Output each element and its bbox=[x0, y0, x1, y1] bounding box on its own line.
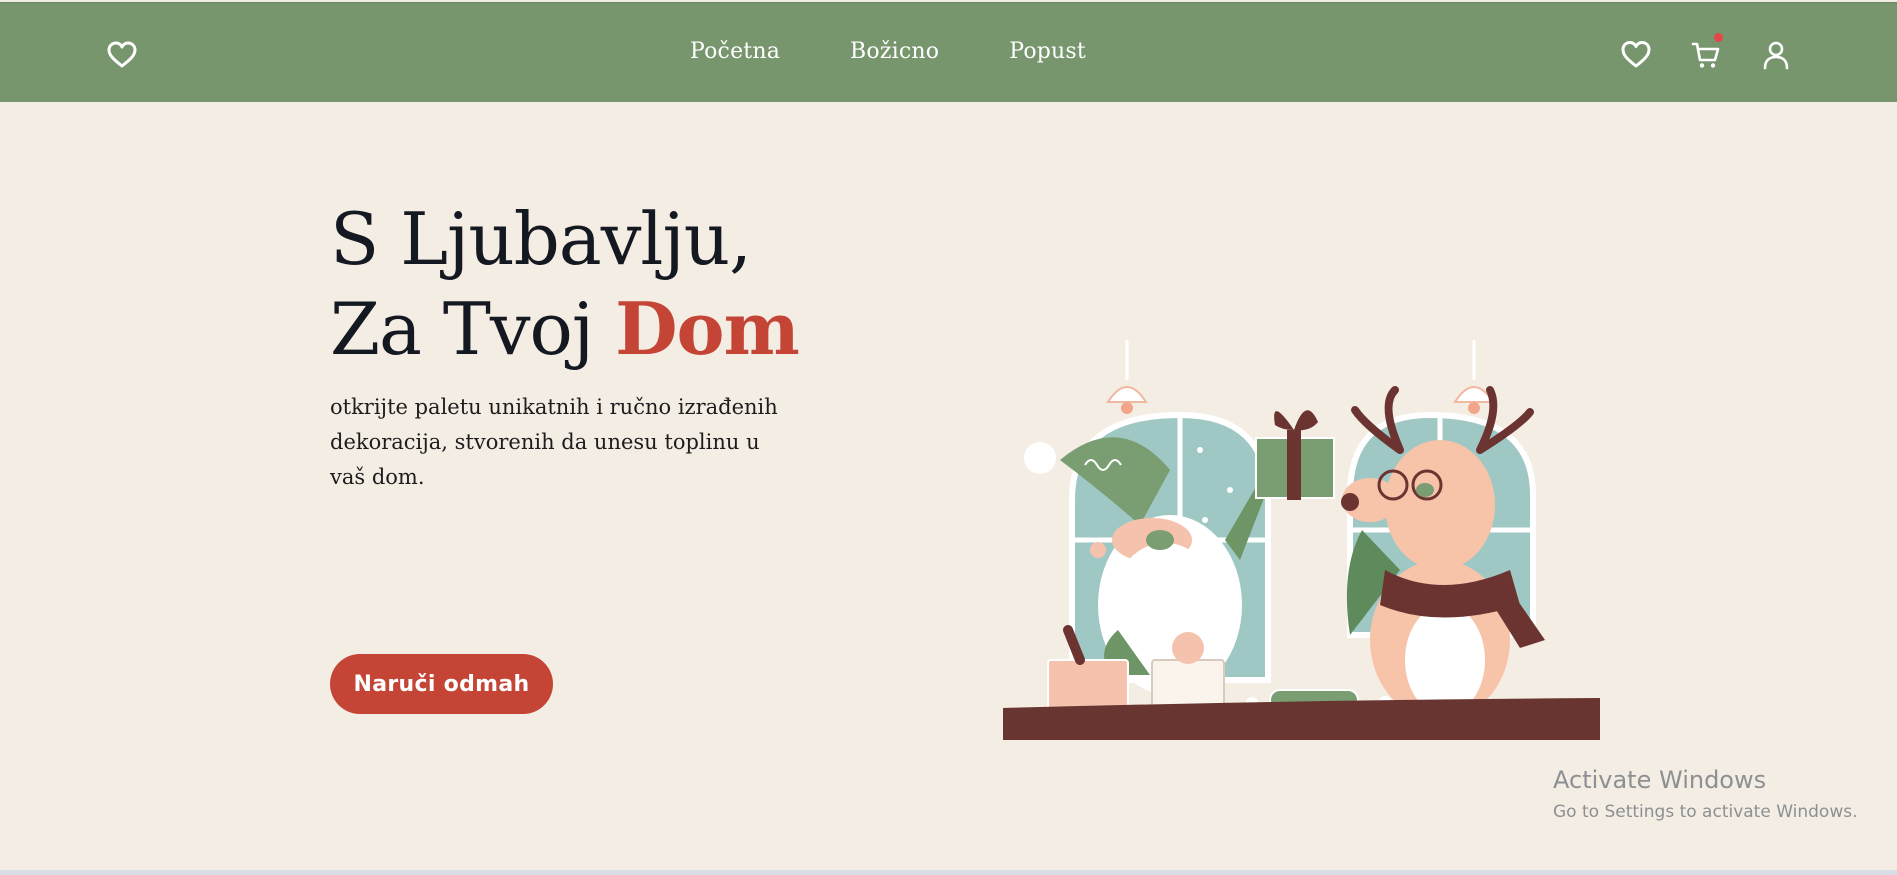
hero-title: S Ljubavlju, Za Tvoj Dom bbox=[330, 195, 800, 374]
heart-outline-icon[interactable] bbox=[1620, 39, 1652, 71]
nav-link-popust[interactable]: Popust bbox=[1009, 39, 1086, 64]
watermark-title: Activate Windows bbox=[1553, 766, 1767, 794]
nav-link-pocetna[interactable]: Početna bbox=[690, 39, 780, 64]
heart-logo-icon[interactable] bbox=[107, 41, 137, 69]
christmas-gnome-reindeer-illustration bbox=[1003, 340, 1600, 740]
order-now-button[interactable]: Naruči odmah bbox=[330, 654, 553, 714]
watermark-subtitle: Go to Settings to activate Windows. bbox=[1553, 802, 1858, 822]
hero-title-line1: S Ljubavlju, bbox=[330, 197, 752, 281]
hero-title-accent: Dom bbox=[615, 286, 800, 371]
nav-links: Početna Božicno Popust bbox=[690, 39, 1086, 64]
windows-activation-watermark: Activate Windows Go to Settings to activ… bbox=[1553, 766, 1858, 822]
cart-notification-dot bbox=[1714, 33, 1723, 42]
top-navbar: Početna Božicno Popust bbox=[0, 2, 1897, 102]
nav-icons bbox=[1620, 39, 1790, 73]
nav-link-bozicno[interactable]: Božicno bbox=[850, 39, 939, 64]
hero-subtitle: otkrijte paletu unikatnih i ručno izrađe… bbox=[330, 395, 778, 489]
hero-title-line2: Za Tvoj bbox=[330, 287, 616, 371]
page-bottom-edge bbox=[0, 870, 1897, 875]
user-icon[interactable] bbox=[1760, 39, 1792, 71]
cart-icon[interactable] bbox=[1690, 39, 1722, 71]
